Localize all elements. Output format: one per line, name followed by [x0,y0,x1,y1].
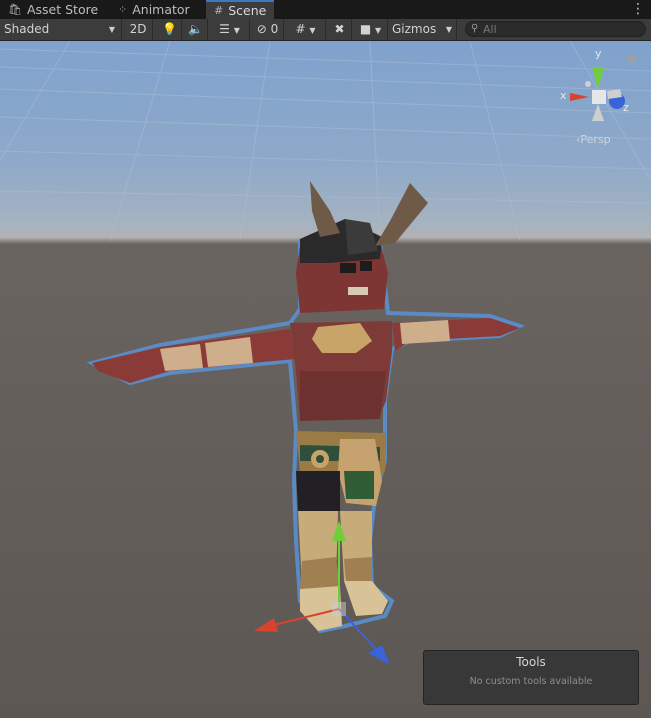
lighting-toggle-button[interactable]: 💡 [158,19,182,40]
tab-asset-store[interactable]: 🛍 Asset Store [0,0,106,19]
shopping-bag-icon: 🛍 [8,3,22,16]
chevron-down-icon: ▼ [445,25,452,34]
hidden-eye-icon: ⊘ [256,22,267,36]
chevron-down-icon: ▼ [108,25,115,34]
scene-canvas: y x z [0,41,651,665]
tools-toggle-button[interactable]: ✖ [328,19,352,40]
tools-overlay[interactable]: Tools No custom tools available [423,650,639,705]
tab-animator[interactable]: ⁘ Animator [110,0,198,19]
gizmos-label: Gizmos [392,22,437,36]
tab-label: Asset Store [26,2,99,17]
projection-toggle[interactable]: ‹Persp [576,133,611,146]
shading-mode-label: Shaded [4,22,50,36]
search-icon: ⚲ [471,23,479,34]
search-input[interactable] [483,22,638,36]
lightbulb-icon: 💡 [162,22,177,36]
chevron-down-icon: ▼ [233,26,240,35]
axis-y-label: y [595,47,602,60]
audio-toggle-button[interactable]: 🔈 [184,19,208,40]
tools-cross-icon: ✖ [334,22,345,36]
tools-overlay-title: Tools [516,655,546,669]
effects-dropdown[interactable]: ☰ ▼ [210,19,250,40]
scene-search[interactable]: ⚲ [465,21,646,37]
tab-scene[interactable]: # Scene [206,0,275,19]
projection-label: Persp [580,133,611,146]
camera-icon: ■ [359,22,372,36]
2d-toggle-button[interactable]: 2D [124,19,153,40]
animator-icon: ⁘ [118,3,128,16]
more-options-icon[interactable]: ⋮ [631,1,645,17]
gizmos-dropdown[interactable]: Gizmos ▼ [389,19,457,40]
scene-viewport[interactable]: y x z ‹Persp Tools No custom tools avail… [0,41,651,718]
grid-snap-icon: # [295,22,306,36]
camera-dropdown[interactable]: ■ ▼ [354,19,388,40]
grid-icon: # [214,4,224,17]
character-model[interactable] [86,181,526,634]
shading-mode-dropdown[interactable]: Shaded ▼ [0,19,122,40]
effects-layers-icon: ☰ [219,22,230,36]
tools-overlay-message: No custom tools available [469,676,593,687]
speaker-icon: 🔈 [188,22,203,36]
axis-x-label: x [560,89,567,102]
scene-toolbar: Shaded ▼ 2D 💡 🔈 ☰ ▼ ⊘ 0 # ▼ ✖ ■ ▼ Gizmos… [0,19,651,41]
tab-label: Animator [132,2,190,17]
axis-z-label: z [623,101,629,114]
scene-visibility-toggle[interactable]: ⊘ 0 [252,19,284,40]
chevron-down-icon: ▼ [375,26,382,35]
tab-label: Scene [228,3,267,18]
tab-bar: 🛍 Asset Store ⁘ Animator # Scene ⋮ [0,0,651,20]
2d-label: 2D [129,22,147,36]
grid-snap-dropdown[interactable]: # ▼ [286,19,326,40]
hidden-count: 0 [270,22,279,36]
chevron-down-icon: ▼ [309,26,316,35]
